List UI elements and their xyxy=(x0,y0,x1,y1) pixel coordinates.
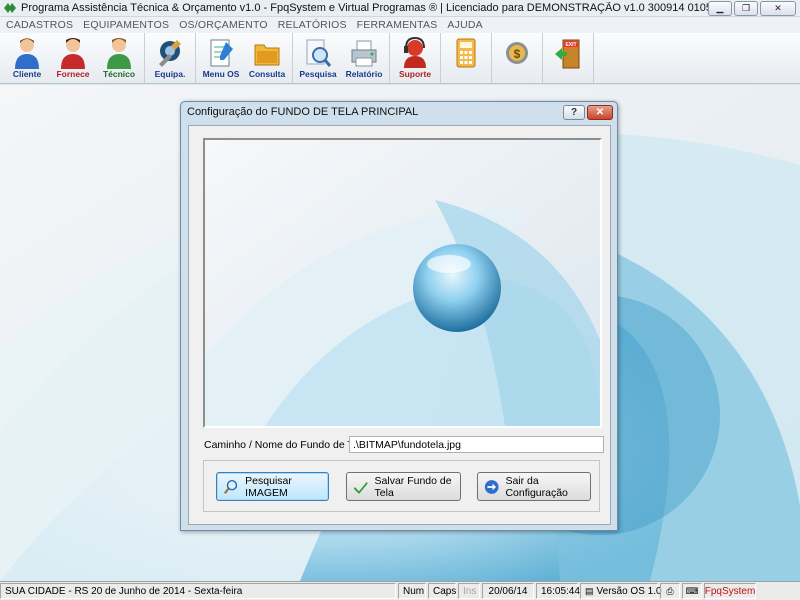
tecnico-button[interactable]: Técnico xyxy=(96,33,142,83)
pesquisa-label: Pesquisa xyxy=(299,69,337,79)
technician-person-icon xyxy=(107,38,131,69)
magnifier-document-icon xyxy=(306,39,332,67)
menu-os-orcamento[interactable]: OS/ORÇAMENTO xyxy=(179,19,268,31)
search-image-label: Pesquisar IMAGEM xyxy=(245,474,292,499)
equipa-label: Equipa. xyxy=(154,69,186,79)
cliente-button[interactable]: Cliente xyxy=(4,33,50,83)
pesquisa-button[interactable]: Pesquisa xyxy=(295,33,341,83)
save-wallpaper-button[interactable]: Salvar Fundo de Tela xyxy=(346,472,461,501)
suporte-button[interactable]: Suporte xyxy=(392,33,438,83)
relatorio-button[interactable]: Relatório xyxy=(341,33,387,83)
app-logo-icon xyxy=(4,3,16,13)
search-image-button[interactable]: Pesquisar IMAGEM xyxy=(216,472,329,501)
status-printer: ⎙ xyxy=(660,583,680,599)
status-ins: Ins xyxy=(458,583,480,599)
wallpaper-preview xyxy=(203,138,602,428)
status-time: 16:05:44 xyxy=(536,583,580,599)
menu-os-label: Menu OS xyxy=(202,69,240,79)
path-label: Caminho / Nome do Fundo de Tela xyxy=(204,439,367,451)
magnifier-icon xyxy=(223,479,238,494)
consulta-button[interactable]: Consulta xyxy=(244,33,290,83)
fornece-button[interactable]: Fornece xyxy=(50,33,96,83)
dollar-coin-icon: $ xyxy=(506,42,528,64)
exit-config-label: Sair da Configuração xyxy=(505,474,568,499)
menu-ajuda[interactable]: AJUDA xyxy=(447,19,482,31)
tecnico-label: Técnico xyxy=(102,69,136,79)
keyboard-icon: ⌨ xyxy=(685,585,699,596)
exit-door-icon: EXIT xyxy=(555,39,580,69)
close-icon: ✕ xyxy=(595,106,605,118)
close-button[interactable]: ✕ xyxy=(760,0,796,16)
status-bar: SUA CIDADE - RS 20 de Junho de 2014 - Se… xyxy=(0,581,800,600)
equipment-tools-icon xyxy=(159,40,181,67)
version-icon: ▤ xyxy=(585,585,594,596)
wallpaper-path-input[interactable] xyxy=(349,436,604,453)
support-headset-icon xyxy=(404,36,426,68)
preview-sphere-image xyxy=(205,140,600,426)
supplier-person-icon xyxy=(61,38,85,69)
consulta-label: Consulta xyxy=(248,69,286,79)
menu-ferramentas[interactable]: FERRAMENTAS xyxy=(357,19,438,31)
restore-button[interactable]: ❐ xyxy=(734,0,758,16)
window-titlebar: Programa Assistência Técnica & Orçamento… xyxy=(0,0,800,17)
equipa-button[interactable]: Equipa. xyxy=(147,33,193,83)
save-wallpaper-label: Salvar Fundo de Tela xyxy=(374,474,452,499)
close-icon: ✕ xyxy=(774,2,782,13)
menu-relatorios[interactable]: RELATÓRIOS xyxy=(278,19,347,31)
fornece-label: Fornece xyxy=(56,69,90,79)
config-dialog: Configuração do FUNDO DE TELA PRINCIPAL … xyxy=(180,101,618,531)
status-keyboard: ⌨ xyxy=(682,583,702,599)
printer-icon: ⎙ xyxy=(666,585,674,596)
status-caps-lock: Caps xyxy=(428,583,456,599)
client-person-icon xyxy=(15,38,39,69)
dialog-close-button[interactable]: ✕ xyxy=(587,104,613,120)
folder-drawer-icon xyxy=(254,44,280,66)
restore-icon: ❐ xyxy=(741,2,751,13)
dialog-titlebar: Configuração do FUNDO DE TELA PRINCIPAL … xyxy=(181,102,617,122)
printer-icon xyxy=(351,40,377,67)
menu-bar: CADASTROS EQUIPAMENTOS OS/ORÇAMENTO RELA… xyxy=(0,17,800,33)
dialog-title: Configuração do FUNDO DE TELA PRINCIPAL xyxy=(187,106,419,118)
calculator-button[interactable] xyxy=(443,33,489,83)
menu-equipamentos[interactable]: EQUIPAMENTOS xyxy=(83,19,169,31)
exit-config-button[interactable]: Sair da Configuração xyxy=(477,472,591,501)
status-date: 20/06/14 xyxy=(482,583,534,599)
notepad-pencil-icon xyxy=(210,39,233,67)
main-toolbar: Cliente Fornece Técnico Equipa. Menu OS … xyxy=(0,33,800,84)
exit-sign-text: EXIT xyxy=(565,42,576,48)
help-icon: ? xyxy=(570,106,578,118)
status-version: ▤ Versão OS 1.0 xyxy=(580,583,662,599)
status-version-label: Versão OS 1.0 xyxy=(596,585,662,597)
suporte-label: Suporte xyxy=(398,69,432,79)
arrow-right-circle-icon xyxy=(484,479,499,494)
status-brand: FpqSystem xyxy=(704,583,756,599)
minimize-button[interactable]: ▁ xyxy=(708,0,732,16)
finance-button[interactable]: $ xyxy=(494,33,540,83)
cliente-label: Cliente xyxy=(12,69,42,79)
exit-button[interactable]: EXIT xyxy=(545,33,591,83)
status-city-date: SUA CIDADE - RS 20 de Junho de 2014 - Se… xyxy=(0,583,396,599)
calculator-icon xyxy=(456,38,476,68)
menu-os-button[interactable]: Menu OS xyxy=(198,33,244,83)
status-num-lock: Num xyxy=(398,583,426,599)
minimize-icon: ▁ xyxy=(716,2,724,13)
action-button-group: Pesquisar IMAGEM Salvar Fundo de Tela Sa… xyxy=(203,460,600,512)
dialog-body: Caminho / Nome do Fundo de Tela Pesquisa… xyxy=(188,125,611,525)
help-button[interactable]: ? xyxy=(563,104,585,120)
window-title: Programa Assistência Técnica & Orçamento… xyxy=(21,2,708,14)
svg-text:$: $ xyxy=(514,47,521,61)
menu-cadastros[interactable]: CADASTROS xyxy=(6,19,73,31)
checkmark-icon xyxy=(353,481,368,494)
relatorio-label: Relatório xyxy=(345,69,383,79)
